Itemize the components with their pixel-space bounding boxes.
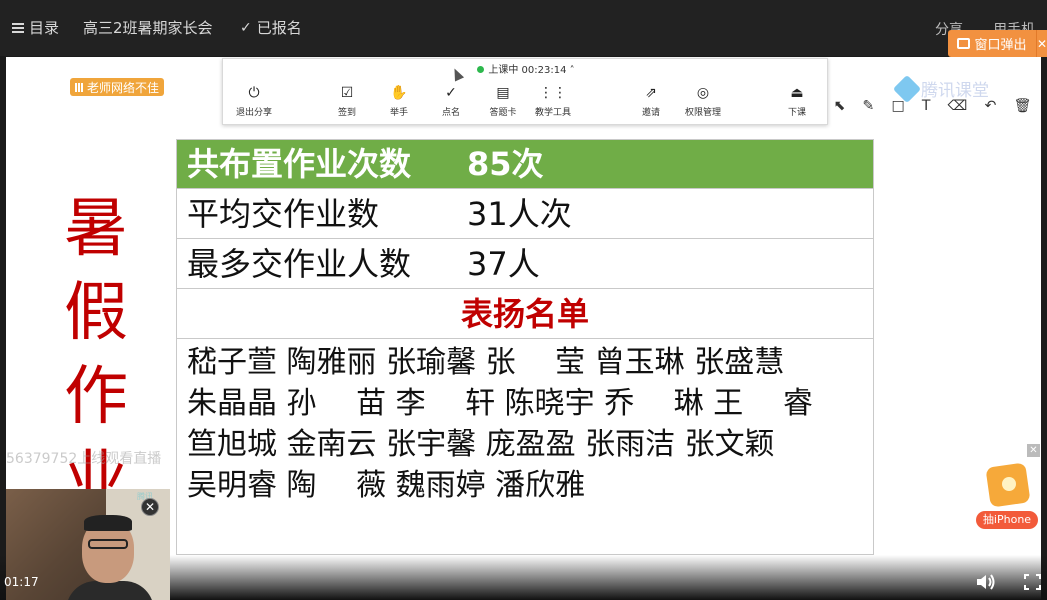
row-key: 平均交作业数 (187, 195, 380, 233)
homework-table: 共布置作业次数 85次 平均交作业数 31人次 最多交作业人数 37人 表扬名单… (176, 139, 874, 555)
tool-raise-hand[interactable]: ✋ 举手 (371, 85, 427, 118)
row-value: 31人次 (467, 195, 572, 233)
text-icon[interactable]: T (922, 98, 931, 114)
table-row: 最多交作业人数 37人 (177, 239, 873, 289)
undo-icon[interactable]: ↶ (985, 98, 997, 114)
tool-exit-share[interactable]: ⏻ 退出分享 (226, 85, 282, 118)
tool-label: 签到 (337, 108, 356, 118)
promo-widget[interactable]: 抽iPhone (976, 459, 1038, 529)
tool-label: 退出分享 (235, 108, 272, 118)
registered-label: 已报名 (256, 19, 302, 37)
end-class-icon: ⏏ (790, 85, 804, 101)
promo-label: 抽iPhone (976, 511, 1038, 529)
tool-roll-call[interactable]: ✓ 点名 (423, 85, 479, 118)
webcam-person-glasses (88, 539, 128, 549)
tool-label: 教学工具 (534, 108, 571, 118)
network-warning-badge: 老师网络不佳 (70, 78, 165, 96)
eraser-icon[interactable]: ⌫ (948, 98, 968, 114)
select-icon[interactable]: ⬉ (834, 98, 846, 114)
praise-header: 表扬名单 (177, 289, 873, 339)
promo-close-icon[interactable]: ✕ (1027, 444, 1040, 457)
elapsed-time: 01:17 (4, 575, 39, 589)
classroom-window: 目录 高三2班暑期家长会 ✓ 已报名 分享 用手机看 窗口弹出 ✕ 老师网络不佳… (0, 0, 1047, 600)
fullscreen-icon[interactable] (1024, 574, 1041, 590)
tool-teaching-tools[interactable]: ⋮⋮ 教学工具 (525, 85, 581, 118)
window-icon (957, 38, 971, 49)
table-row: 共布置作业次数 85次 (177, 140, 873, 189)
class-timer: 上课中 00:23:14 (488, 65, 567, 76)
checkin-icon: ☑ (340, 85, 354, 101)
checkmark-icon: ✓ (240, 19, 252, 36)
praise-name-list: 嵇子萱 陶雅丽 张瑜馨 张 莹 曾玉琳 张盛慧 朱晶晶 孙 苗 李 轩 陈晓宇 … (187, 342, 873, 506)
registered-status: ✓ 已报名 (240, 17, 302, 38)
name-line: 嵇子萱 陶雅丽 张瑜馨 张 莹 曾玉琳 张盛慧 (187, 345, 785, 380)
row-key: 共布置作业次数 (187, 145, 412, 183)
exit-share-icon: ⏻ (248, 85, 260, 101)
webcam-close-icon[interactable]: ✕ (141, 498, 159, 516)
name-line: 笪旭城 金南云 张宇馨 庞盈盈 张雨洁 张文颖 (187, 427, 775, 462)
menu-label: 目录 (29, 19, 60, 37)
popout-window-button[interactable]: 窗口弹出 (948, 30, 1036, 57)
tool-invite[interactable]: ⇗ 邀请 (623, 85, 679, 118)
promo-mascot-icon (1002, 477, 1016, 491)
drawing-toolbar: ⬉ ✎ □ T ⌫ ↶ 🗑 (825, 95, 1040, 117)
volume-icon[interactable] (975, 573, 997, 591)
class-toolbar: 上课中 00:23:14 ˄ ⏻ 退出分享 ☑ 签到 ✋ 举手 ✓ 点名 ▤ 答题卡 ⋮⋮… (222, 58, 828, 125)
tool-checkin[interactable]: ☑ 签到 (319, 85, 375, 118)
tool-label: 邀请 (641, 108, 660, 118)
menu-icon (12, 22, 24, 33)
webcam-person-hair (84, 515, 132, 531)
row-value: 85次 (467, 145, 544, 183)
row-key: 最多交作业人数 (187, 245, 412, 283)
title-char: 作 (64, 360, 128, 434)
roll-call-icon: ✓ (445, 85, 457, 101)
table-row: 平均交作业数 31人次 (177, 189, 873, 239)
tool-label: 答题卡 (489, 108, 517, 118)
tool-label: 举手 (389, 108, 408, 118)
tool-end-class[interactable]: ⏏ 下课 (769, 85, 825, 118)
slide-vertical-title: 暑 假 作 业 (56, 187, 136, 523)
answer-card-icon: ▤ (496, 85, 510, 101)
class-status: 上课中 00:23:14 ˄ (223, 61, 829, 76)
name-line: 吴明睿 陶 薇 魏雨婷 潘欣雅 (187, 468, 586, 503)
menu-button[interactable]: 目录 (12, 17, 59, 38)
tool-label: 权限管理 (684, 108, 721, 118)
popout-close-icon[interactable]: ✕ (1036, 30, 1047, 57)
invite-icon: ⇗ (645, 85, 657, 101)
class-title: 高三2班暑期家长会 (83, 19, 213, 37)
top-bar: 目录 高三2班暑期家长会 ✓ 已报名 分享 用手机看 (0, 0, 1047, 58)
raise-hand-icon: ✋ (390, 85, 408, 101)
name-line: 朱晶晶 孙 苗 李 轩 陈晓宇 乔 琳 王 睿 (187, 386, 813, 421)
signal-bars-icon (75, 82, 84, 92)
trash-icon[interactable]: 🗑 (1014, 98, 1032, 114)
title-char: 暑 (64, 192, 128, 266)
row-value: 37人 (467, 245, 540, 283)
title-char: 假 (64, 276, 128, 350)
permissions-icon: ◎ (696, 85, 710, 101)
tool-label: 点名 (441, 108, 460, 118)
tool-label: 下课 (787, 108, 806, 118)
live-dot-icon (477, 66, 485, 73)
collapse-icon[interactable]: ˄ (570, 65, 575, 76)
network-warning-label: 老师网络不佳 (87, 80, 160, 95)
shape-icon[interactable]: □ (891, 98, 904, 114)
teaching-tools-icon: ⋮⋮ (539, 85, 567, 101)
popout-label: 窗口弹出 (974, 38, 1027, 53)
pen-icon[interactable]: ✎ (863, 98, 875, 114)
tool-permissions[interactable]: ◎ 权限管理 (675, 85, 731, 118)
tool-answer-card[interactable]: ▤ 答题卡 (475, 85, 531, 118)
watermark-text: 56379752上线观看直播 (6, 451, 162, 467)
